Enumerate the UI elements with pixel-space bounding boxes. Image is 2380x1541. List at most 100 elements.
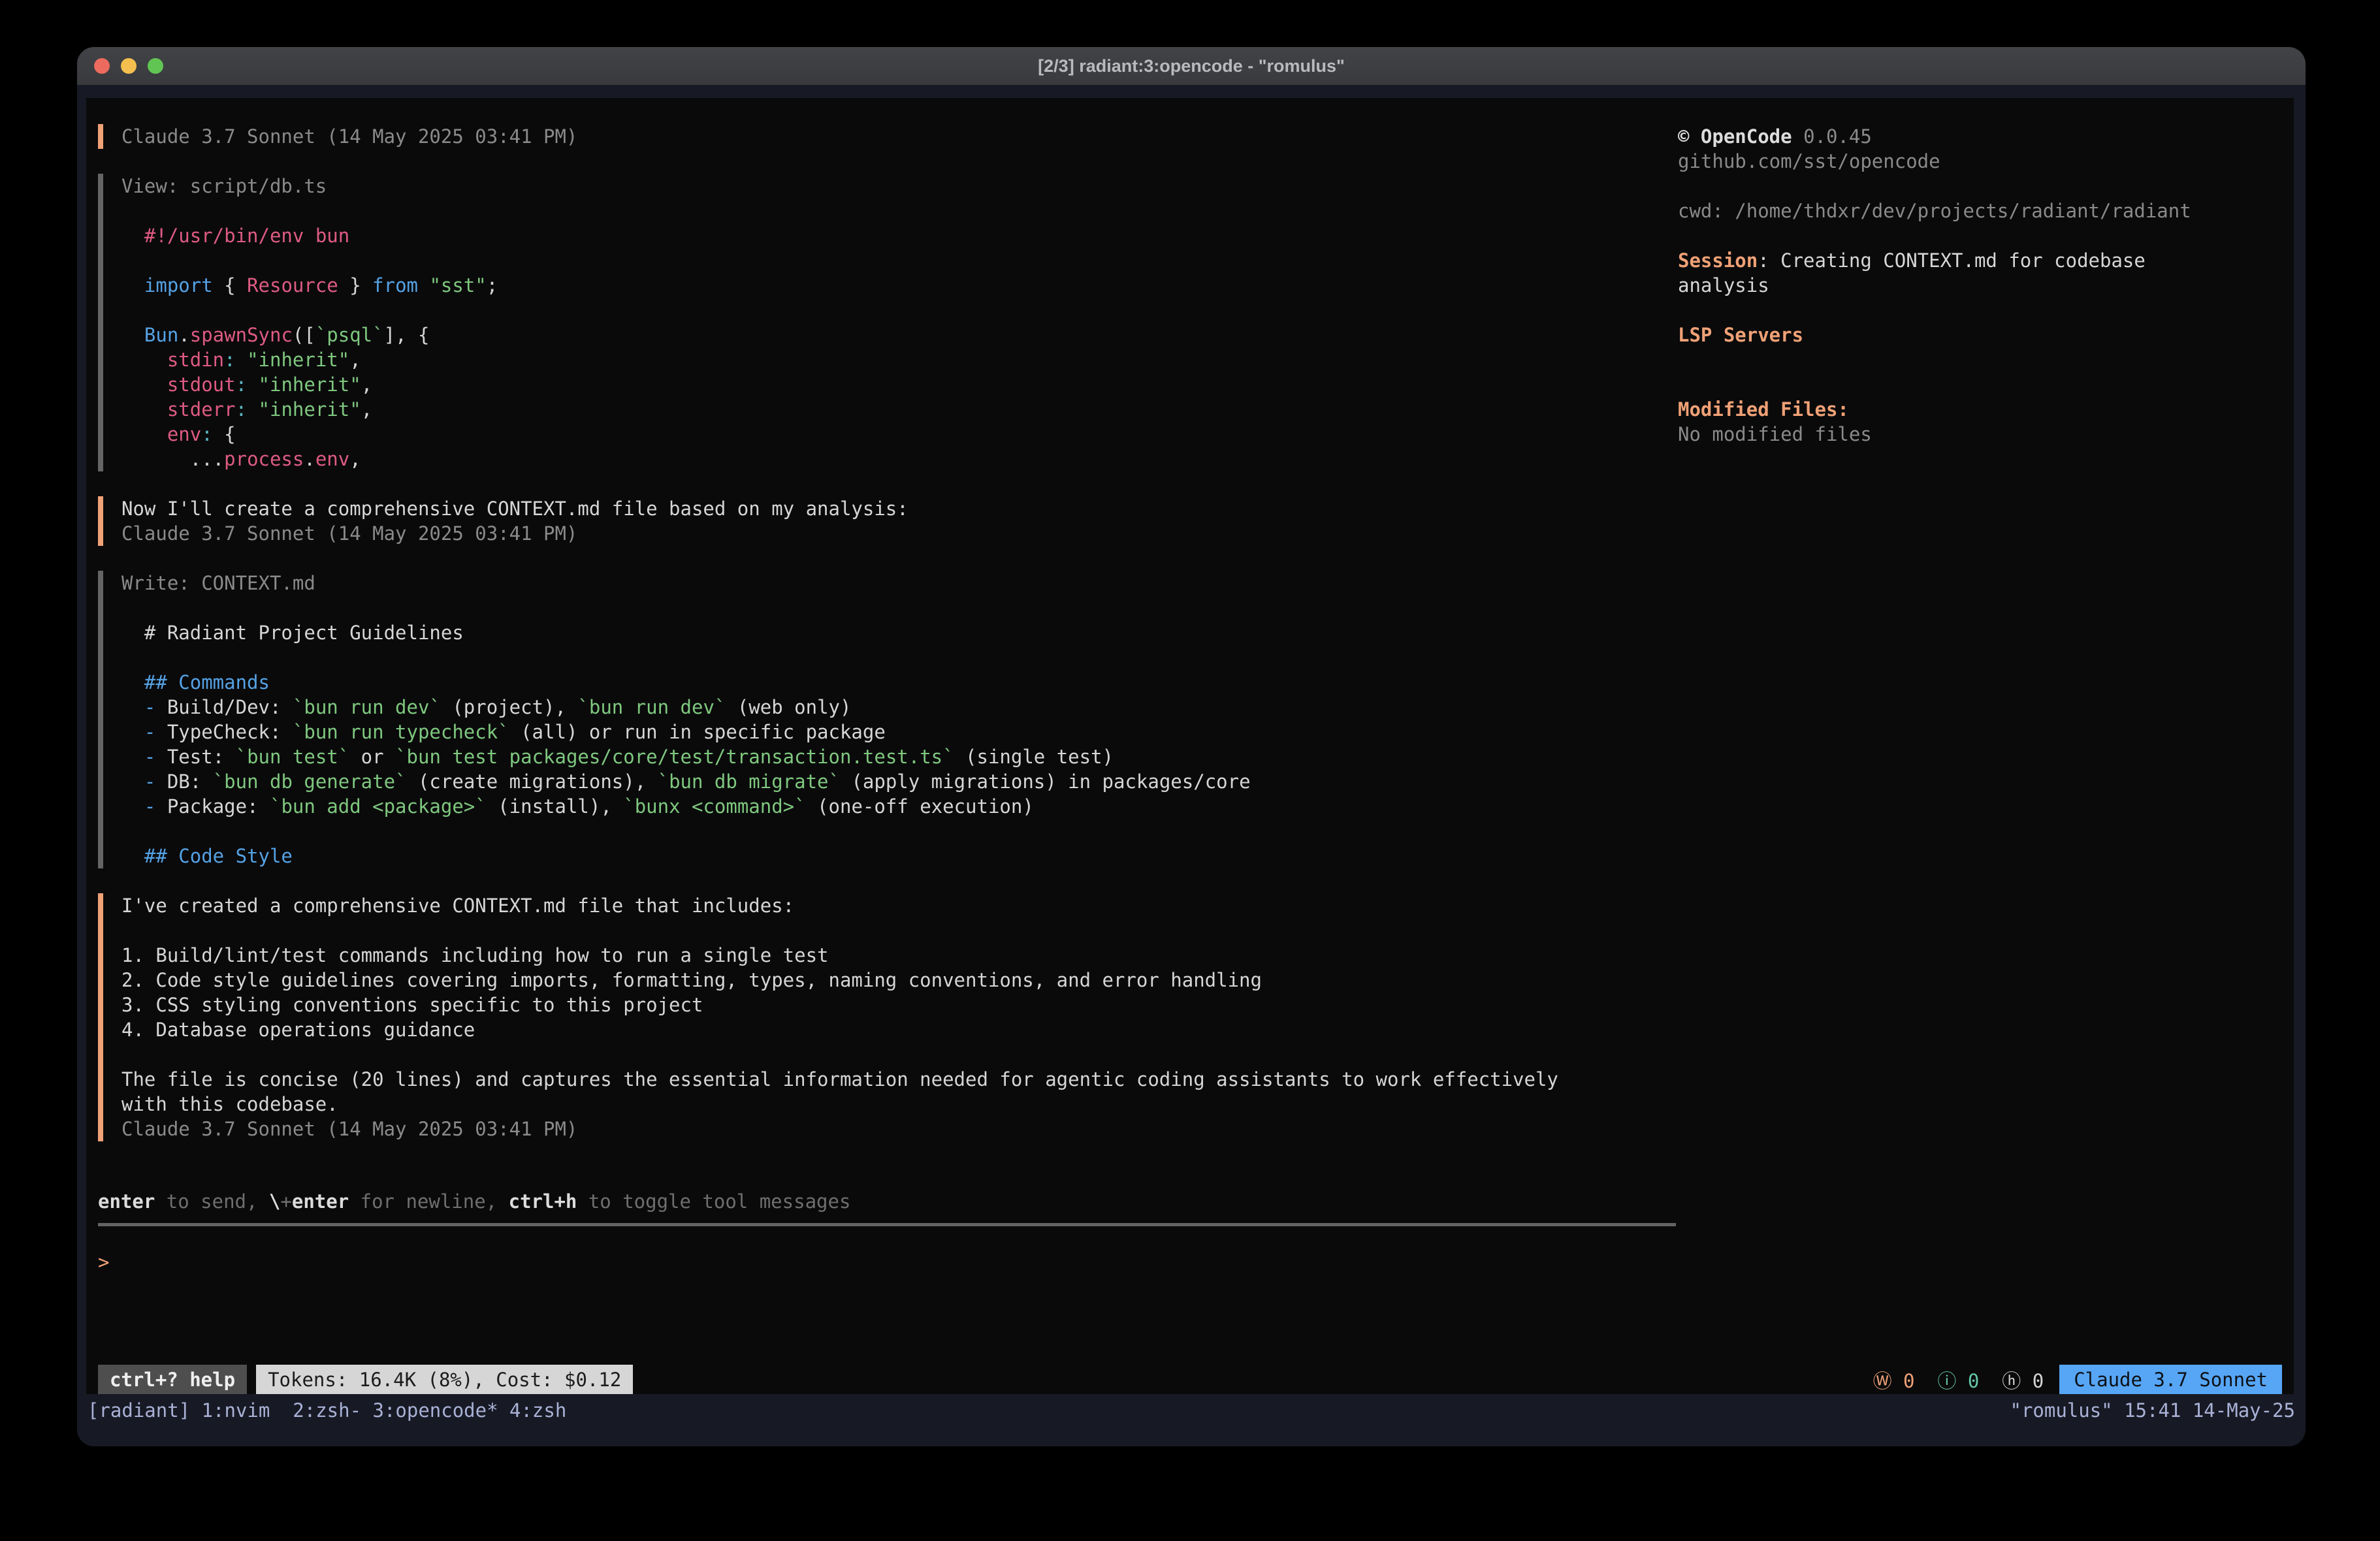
tmux-window-list[interactable]: [radiant] 1:nvim 2:zsh- 3:opencode* 4:zs… [88,1398,566,1446]
text-token: `bun db migrate` [658,770,840,793]
text-token: #!/usr/bin/env bun [144,225,349,247]
text-token: (one-off execution) [806,795,1034,818]
text-token: - [144,746,155,768]
text-line: #!/usr/bin/env bun [121,223,498,248]
text-token [121,721,144,743]
text-token: spawnSync [190,324,293,346]
text-token [121,398,167,421]
text-line [121,298,498,323]
text-line [121,596,1251,620]
text-token: : [201,423,212,445]
text-token: "inherit" [259,373,361,396]
text-line: analysis [1678,273,2282,298]
text-line: Claude 3.7 Sonnet (14 May 2025 03:41 PM) [121,521,909,546]
text-token: ⓘ 0 [1937,1370,1979,1392]
text-token: to toggle tool messages [577,1190,850,1213]
text-token: - [144,770,155,793]
text-line: ## Code Style [121,844,1251,868]
text-token: - [144,696,155,718]
model-badge[interactable]: Claude 3.7 Sonnet [2059,1365,2282,1394]
text-token [121,746,144,768]
text-line: No modified files [1678,422,2282,447]
text-token: View: script/db.ts [121,175,327,197]
text-line: import { Resource } from "sst"; [121,273,498,298]
text-token [121,696,144,718]
text-line: ...process.env, [121,447,498,471]
tmux-session-clock: "romulus" 15:41 14-May-25 [2010,1398,2296,1446]
text-token: (web only) [726,696,851,718]
text-token: Claude 3.7 Sonnet (14 May 2025 03:41 PM) [121,125,577,148]
text-line: github.com/sst/opencode [1678,149,2282,174]
orange-accent-bar [98,496,103,546]
text-token: : Creating CONTEXT.md for codebase [1758,249,2146,272]
text-token: 2. Code style guidelines covering import… [121,969,1262,991]
text-line: Session: Creating CONTEXT.md for codebas… [1678,248,2282,273]
text-token: Bun [144,324,178,346]
text-token: \ [269,1190,280,1213]
text-token: Modified Files: [1678,398,1849,421]
text-token: analysis [1678,274,1769,296]
text-token: ## Code Style [144,845,293,867]
text-token: ; [487,274,498,296]
status-bar: ctrl+? help Tokens: 16.4K (8%), Cost: $0… [98,1365,2282,1394]
help-button[interactable]: ctrl+? help [98,1365,247,1394]
text-token: `bunx <command>` [623,795,805,818]
text-token: ## Commands [144,671,270,693]
text-token: Session [1678,249,1758,272]
text-line: Claude 3.7 Sonnet (14 May 2025 03:41 PM) [121,1117,1558,1141]
text-token: Test: [155,746,235,768]
text-token: ctrl+h [509,1190,577,1213]
text-line [1678,372,2282,397]
text-line: View: script/db.ts [121,174,498,199]
text-token [121,622,144,644]
text-token: `bun run typecheck` [293,721,509,743]
text-line: 2. Code style guidelines covering import… [121,968,1558,993]
chat-history[interactable]: Claude 3.7 Sonnet (14 May 2025 03:41 PM)… [98,124,1678,1189]
text-token: } [338,274,372,296]
text-token: ], { [384,324,430,346]
block-lines: Claude 3.7 Sonnet (14 May 2025 03:41 PM) [121,124,577,149]
text-token: Now I'll create a comprehensive CONTEXT.… [121,498,909,520]
text-line [121,248,498,273]
text-token: © OpenCode [1678,125,1792,148]
message-block: Now I'll create a comprehensive CONTEXT.… [98,496,1678,546]
text-line: Write: CONTEXT.md [121,571,1251,596]
text-token [236,349,247,371]
editor-divider [98,1223,1676,1226]
text-line [121,819,1251,844]
session-sidebar: © OpenCode 0.0.45github.com/sst/opencode… [1678,124,2282,1189]
block-lines: I've created a comprehensive CONTEXT.md … [121,893,1558,1141]
text-token: Package: [155,795,270,818]
text-token: stderr [167,398,236,421]
opencode-tui: Claude 3.7 Sonnet (14 May 2025 03:41 PM)… [86,98,2294,1394]
editor-spacer [98,1275,2282,1365]
text-token: (apply migrations) in packages/core [840,770,1251,793]
text-token: `bun db generate` [213,770,407,793]
text-line [1678,223,2282,248]
text-token: No modified files [1678,423,1872,445]
text-line: stdout: "inherit", [121,372,498,397]
text-token: `psql` [315,324,384,346]
block-lines: Now I'll create a comprehensive CONTEXT.… [121,496,909,546]
tmux-status-bar: [radiant] 1:nvim 2:zsh- 3:opencode* 4:zs… [77,1394,2306,1446]
text-line [121,1042,1558,1067]
text-line: env: { [121,422,498,447]
text-token [1979,1370,2002,1392]
text-token: enter [292,1190,349,1213]
text-token [418,274,429,296]
text-token: import [144,274,213,296]
keybind-hints: enter to send, \+enter for newline, ctrl… [98,1189,2282,1214]
text-token: ([ [293,324,315,346]
text-token [121,423,167,445]
terminal-window: [2/3] radiant:3:opencode - "romulus" Cla… [77,47,2306,1446]
text-token: DB: [155,770,212,793]
prompt-input[interactable]: > [98,1250,2282,1275]
text-token: to send, [155,1190,269,1213]
text-token: { [213,274,247,296]
text-token [121,274,144,296]
tool-block: Write: CONTEXT.md # Radiant Project Guid… [98,571,1678,868]
text-token: , [349,448,361,470]
text-token [121,795,144,818]
text-token [121,770,144,793]
text-token: Write: CONTEXT.md [121,572,315,594]
